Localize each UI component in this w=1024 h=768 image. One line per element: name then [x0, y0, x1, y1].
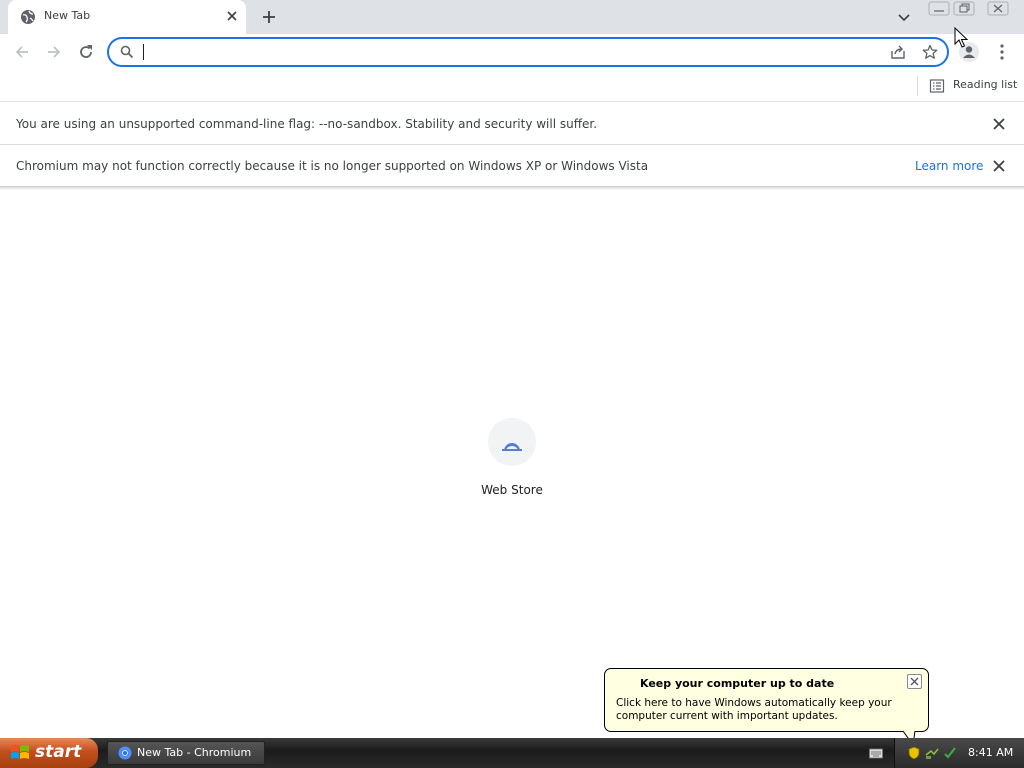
- mouse-cursor-icon: [954, 27, 968, 48]
- share-icon[interactable]: [890, 44, 906, 60]
- balloon-text: Click here to have Windows automatically…: [616, 697, 892, 722]
- update-balloon[interactable]: Keep your computer up to date Click here…: [604, 668, 929, 745]
- bookmarks-bar: Reading list: [0, 71, 1024, 102]
- window-controls: [928, 0, 1024, 20]
- toolbar: [0, 34, 1024, 71]
- infobar-unsupported-os: Chromium may not function correctly beca…: [0, 145, 1024, 187]
- globe-icon: [21, 10, 35, 24]
- taskbar-window-chromium[interactable]: New Tab - Chromium: [107, 741, 265, 765]
- chromium-icon: [118, 746, 132, 760]
- shortcut-label: Web Store: [481, 483, 543, 497]
- tab-search-chevron-icon[interactable]: [896, 9, 912, 25]
- start-label: start: [35, 742, 82, 762]
- infobar-message: Chromium may not function correctly beca…: [16, 159, 649, 173]
- infobar-no-sandbox: You are using an unsupported command-lin…: [0, 103, 1024, 145]
- more-menu-icon[interactable]: [994, 43, 1010, 61]
- reading-list-icon: [929, 79, 945, 93]
- close-icon: [910, 677, 919, 686]
- taskbar-window-label: New Tab - Chromium: [137, 746, 252, 759]
- security-shield-icon[interactable]: [907, 746, 921, 760]
- address-input[interactable]: [141, 42, 871, 62]
- bookmarks-separator: [917, 76, 918, 96]
- tab-new-tab[interactable]: New Tab: [8, 0, 246, 34]
- system-tray: 8:41 AM: [894, 738, 1024, 768]
- minimize-icon[interactable]: [928, 1, 950, 16]
- infobar-close-icon[interactable]: [992, 159, 1006, 173]
- bookmark-star-icon[interactable]: [922, 44, 938, 60]
- learn-more-link[interactable]: Learn more: [915, 159, 983, 173]
- tab-strip: New Tab: [0, 0, 1024, 34]
- update-icon[interactable]: [943, 746, 957, 760]
- close-window-icon[interactable]: [987, 1, 1009, 16]
- windows-logo-icon: [11, 745, 29, 759]
- tab-close-icon[interactable]: [224, 8, 240, 24]
- infobar-message: You are using an unsupported command-lin…: [16, 117, 598, 131]
- clock: 8:41 AM: [968, 746, 1014, 759]
- infobar-close-icon[interactable]: [992, 117, 1006, 131]
- network-icon[interactable]: [925, 746, 939, 760]
- infobar-shadow: [0, 186, 1024, 190]
- reading-list-label: Reading list: [953, 78, 1018, 91]
- reload-icon[interactable]: [77, 43, 95, 61]
- omnibox[interactable]: [107, 37, 949, 67]
- start-button[interactable]: start: [0, 738, 98, 768]
- shortcut-web-store[interactable]: Web Store: [467, 418, 557, 502]
- forward-arrow-icon[interactable]: [45, 43, 63, 61]
- tab-title: New Tab: [44, 9, 91, 22]
- new-tab-icon[interactable]: [260, 8, 278, 26]
- shortcut-tile: [488, 418, 536, 466]
- text-caret: [143, 44, 144, 60]
- web-store-icon: [502, 443, 522, 451]
- balloon-title: Keep your computer up to date: [640, 677, 835, 690]
- restore-icon[interactable]: [953, 1, 975, 16]
- search-icon: [120, 45, 134, 59]
- back-arrow-icon[interactable]: [13, 43, 31, 61]
- keyboard-icon[interactable]: [869, 747, 883, 759]
- balloon-close-button[interactable]: [907, 674, 922, 689]
